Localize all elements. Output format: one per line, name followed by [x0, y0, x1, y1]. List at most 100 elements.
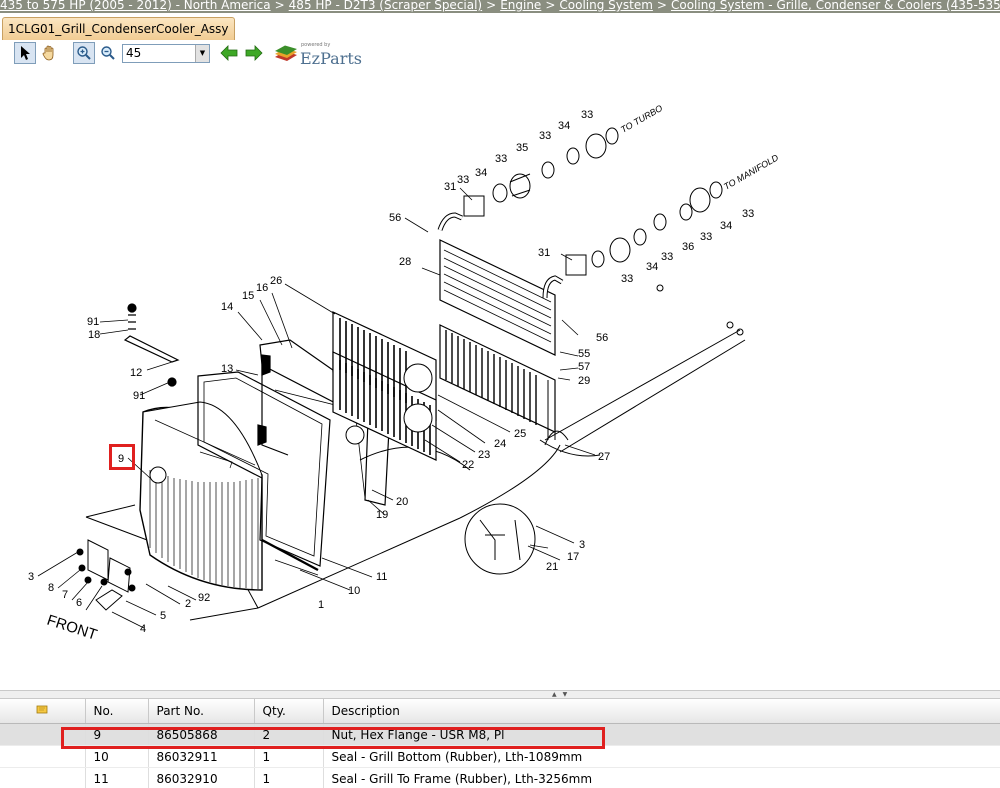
svg-text:8: 8 — [48, 582, 54, 594]
row-quantity: 1 — [254, 745, 324, 768]
svg-text:13: 13 — [221, 363, 233, 375]
svg-text:91: 91 — [87, 316, 99, 328]
splitter-grip-icon[interactable]: ▲▼ — [552, 691, 573, 698]
logo-wordmark: EzParts — [300, 49, 362, 68]
breadcrumb-link-cooling-system[interactable]: Cooling System — [559, 0, 653, 12]
breadcrumb-link-engine[interactable]: Engine — [500, 0, 541, 12]
pan-tool-button[interactable] — [38, 42, 60, 64]
column-header-qty[interactable]: Qty. — [254, 699, 324, 724]
svg-text:34: 34 — [558, 120, 570, 132]
breadcrumb-link-engine-range[interactable]: 435 to 575 HP (2005 - 2012) - North Amer… — [0, 0, 271, 12]
parts-list-panel: No. Part No. Qty. Description 9 86505868… — [0, 699, 1000, 788]
column-header-description[interactable]: Description — [323, 699, 1000, 724]
column-header-no[interactable]: No. — [85, 699, 149, 724]
table-row[interactable]: 9 86505868 2 Nut, Hex Flange - USR M8, P… — [0, 723, 1000, 746]
svg-text:6: 6 — [76, 597, 82, 609]
arrow-right-icon — [245, 45, 263, 61]
zoom-out-icon — [101, 46, 115, 60]
select-tool-button[interactable] — [14, 42, 36, 64]
zoom-out-button[interactable] — [97, 42, 119, 64]
svg-text:23: 23 — [478, 449, 490, 461]
svg-text:28: 28 — [399, 256, 411, 268]
svg-text:5: 5 — [160, 610, 166, 622]
row-part-number: 86032910 — [148, 767, 255, 788]
svg-text:31: 31 — [538, 247, 550, 259]
svg-text:35: 35 — [516, 142, 528, 154]
forward-button[interactable] — [243, 42, 265, 64]
breadcrumb-separator: > — [274, 0, 285, 12]
zoom-in-icon — [77, 46, 91, 60]
svg-text:31: 31 — [444, 181, 456, 193]
svg-text:91: 91 — [133, 390, 145, 402]
svg-text:16: 16 — [256, 282, 268, 294]
svg-text:34: 34 — [475, 167, 487, 179]
breadcrumb-link-grille-condenser[interactable]: Cooling System - Grille, Condenser & Coo… — [671, 0, 1000, 12]
arrow-left-icon — [220, 45, 238, 61]
breadcrumb: 435 to 575 HP (2005 - 2012) - North Amer… — [0, 0, 1000, 13]
row-number: 9 — [85, 723, 149, 746]
svg-text:18: 18 — [88, 329, 100, 341]
ezparts-logo: powered by EzParts — [273, 42, 368, 68]
zoom-level-select[interactable]: 45 ▼ — [122, 44, 210, 63]
row-quantity: 2 — [254, 723, 324, 746]
row-part-number: 86505868 — [148, 723, 255, 746]
parts-table-header: No. Part No. Qty. Description — [0, 699, 1000, 724]
svg-text:4: 4 — [140, 623, 146, 635]
back-button[interactable] — [218, 42, 240, 64]
row-flag-cell — [0, 767, 86, 788]
svg-text:29: 29 — [578, 375, 590, 387]
column-header-flag[interactable] — [0, 699, 86, 724]
tab-assembly-drawing[interactable]: 1CLG01_Grill_CondenserCooler_Assy — [2, 17, 235, 40]
hand-icon — [42, 45, 54, 61]
tab-bar: 1CLG01_Grill_CondenserCooler_Assy — [0, 13, 1000, 41]
svg-text:3: 3 — [579, 539, 585, 551]
svg-text:27: 27 — [598, 451, 610, 463]
row-quantity: 1 — [254, 767, 324, 788]
svg-text:33: 33 — [700, 231, 712, 243]
column-header-part-no[interactable]: Part No. — [148, 699, 255, 724]
svg-text:3: 3 — [28, 571, 34, 583]
grille-assembly[interactable] — [139, 401, 263, 591]
svg-text:36: 36 — [682, 241, 694, 253]
row-number: 10 — [85, 745, 149, 768]
svg-text:17: 17 — [567, 551, 579, 563]
pane-splitter[interactable]: ▲▼ — [0, 690, 1000, 699]
front-hardware[interactable] — [76, 539, 136, 611]
breadcrumb-separator: > — [486, 0, 497, 12]
svg-text:33: 33 — [621, 273, 633, 285]
chevron-down-icon[interactable]: ▼ — [195, 45, 209, 62]
table-row[interactable]: 11 86032910 1 Seal - Grill To Frame (Rub… — [0, 767, 1000, 788]
assembly-drawing-canvas[interactable]: 1 2 92 33 4 5 6 7 8 9 10 11 12 13 14 15 1… — [0, 68, 1000, 690]
note-icon — [36, 705, 48, 714]
row-description: Seal - Grill Bottom (Rubber), Lth-1089mm — [323, 745, 1000, 768]
row-number: 11 — [85, 767, 149, 788]
svg-text:26: 26 — [270, 275, 282, 287]
pointer-arrow-icon — [21, 46, 30, 60]
exploded-view-diagram: 1 2 92 33 4 5 6 7 8 9 10 11 12 13 14 15 1… — [28, 103, 781, 644]
svg-text:1: 1 — [318, 599, 324, 611]
svg-text:21: 21 — [546, 561, 558, 573]
svg-text:56: 56 — [596, 332, 608, 344]
svg-text:7: 7 — [62, 589, 68, 601]
svg-text:15: 15 — [242, 290, 254, 302]
zoom-level-value: 45 — [126, 46, 142, 60]
breadcrumb-link-model[interactable]: 485 HP - D2T3 (Scraper Special) — [289, 0, 482, 12]
svg-text:56: 56 — [389, 212, 401, 224]
breadcrumb-separator: > — [545, 0, 556, 12]
svg-text:12: 12 — [130, 367, 142, 379]
row-description: Seal - Grill To Frame (Rubber), Lth-3256… — [323, 767, 1000, 788]
svg-text:92: 92 — [198, 592, 210, 604]
svg-text:33: 33 — [539, 130, 551, 142]
svg-text:33: 33 — [661, 251, 673, 263]
table-row[interactable]: 10 86032911 1 Seal - Grill Bottom (Rubbe… — [0, 745, 1000, 768]
to-turbo-label: TO TURBO — [619, 103, 664, 135]
callout-9-label[interactable]: 9 — [118, 453, 124, 465]
row-part-number: 86032911 — [148, 745, 255, 768]
svg-text:20: 20 — [396, 496, 408, 508]
svg-text:34: 34 — [646, 261, 658, 273]
row-flag-cell — [0, 745, 86, 768]
svg-text:57: 57 — [578, 361, 590, 373]
svg-text:14: 14 — [221, 301, 233, 313]
svg-text:33: 33 — [495, 153, 507, 165]
zoom-in-button[interactable] — [73, 42, 95, 64]
